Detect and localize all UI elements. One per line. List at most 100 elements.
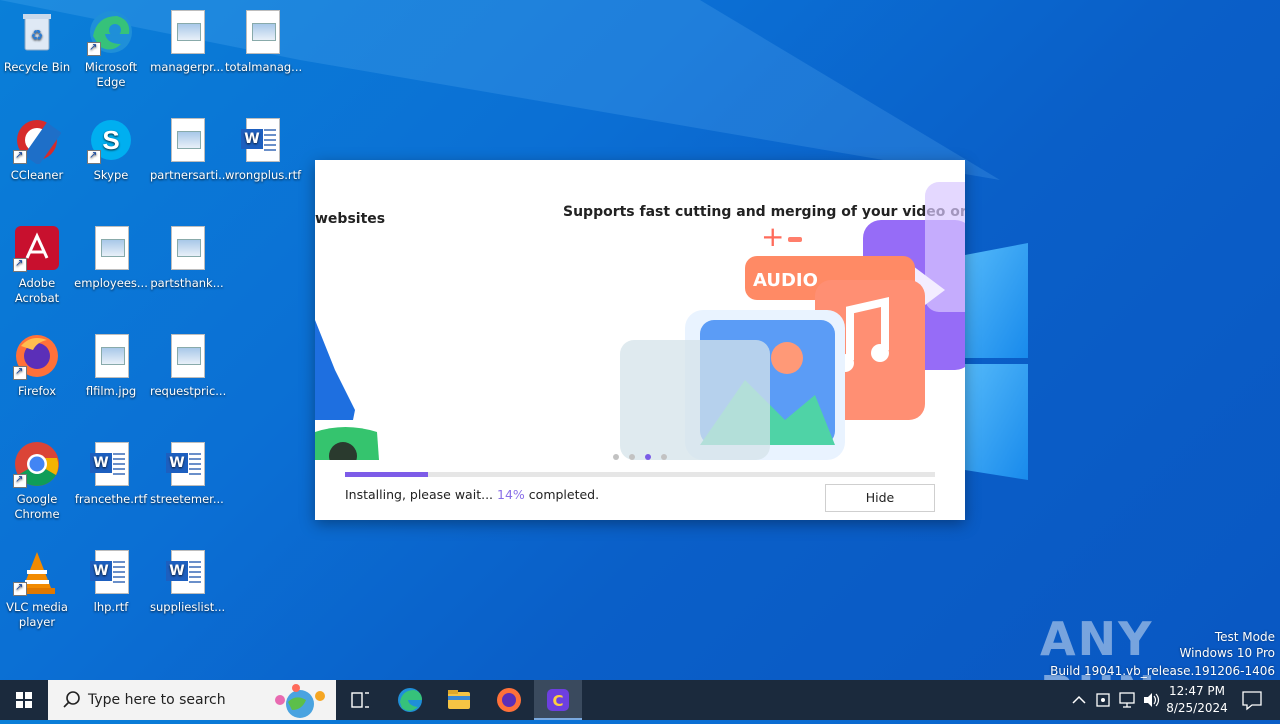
- desktop-icon-requestpric[interactable]: requestpric...: [150, 332, 227, 399]
- vlc-icon: [13, 548, 61, 596]
- svg-text:+: +: [761, 220, 784, 253]
- desktop-icon-streetemer[interactable]: W streetemer...: [150, 440, 224, 507]
- image-file-icon: [87, 224, 135, 272]
- status-suffix: completed.: [528, 487, 600, 502]
- recycle-bin-icon: ♻: [13, 8, 61, 56]
- search-highlight-icon: [275, 684, 325, 718]
- slide-dot[interactable]: [613, 454, 619, 460]
- desktop-icon-label: supplieslist...: [150, 600, 226, 614]
- install-progress-bar: [345, 472, 935, 477]
- desktop-icon-label: CCleaner: [10, 168, 64, 182]
- desktop-icon-wrongplus[interactable]: W wrongplus.rtf: [225, 116, 301, 183]
- slide-dot-active[interactable]: [645, 454, 651, 460]
- desktop-icon-partsthank[interactable]: partsthank...: [150, 224, 224, 291]
- audio-badge-text: AUDIO: [753, 270, 818, 291]
- status-percent: 14%: [497, 487, 525, 502]
- install-progress-fill: [345, 472, 428, 477]
- acrobat-icon: [13, 224, 61, 272]
- desktop-icon-label: Recycle Bin: [3, 60, 71, 74]
- desktop-icon-flfilm[interactable]: flfilm.jpg: [74, 332, 148, 399]
- slide-dot[interactable]: [629, 454, 635, 460]
- image-file-icon: [163, 116, 211, 164]
- tray-device-button[interactable]: [1092, 680, 1114, 720]
- action-center-button[interactable]: [1232, 680, 1272, 720]
- desktop-icon-lhp[interactable]: W lhp.rtf: [74, 548, 148, 615]
- chevron-up-icon: [1072, 695, 1086, 704]
- image-file-icon: [163, 224, 211, 272]
- search-placeholder: Type here to search: [88, 692, 226, 708]
- desktop-icon-label: Microsoft Edge: [84, 60, 138, 89]
- desktop-icon-managerpr[interactable]: managerpr...: [150, 8, 224, 75]
- windows-edition-text: Windows 10 Pro: [1179, 646, 1275, 660]
- taskbar-installer-app[interactable]: C: [534, 680, 582, 720]
- taskbar-clock[interactable]: 12:47 PM 8/25/2024: [1164, 680, 1230, 720]
- svg-text:♻: ♻: [31, 28, 44, 44]
- svg-text:C: C: [552, 692, 563, 710]
- desktop-icon-supplieslist[interactable]: W supplieslist...: [150, 548, 226, 615]
- task-view-button[interactable]: [336, 680, 384, 720]
- tray-network-button[interactable]: [1116, 680, 1138, 720]
- desktop-icon-label: partnersarti...: [150, 168, 230, 182]
- image-file-icon: [238, 8, 286, 56]
- network-icon: [1119, 692, 1135, 708]
- installer-window: websites Supports fast cutting and mergi…: [315, 160, 965, 520]
- slide-illustration: + AUDIO: [315, 182, 965, 460]
- desktop-icon-skype[interactable]: S Skype: [74, 116, 148, 183]
- desktop-icon-francethe[interactable]: W francethe.rtf: [74, 440, 148, 507]
- notification-icon: [1242, 691, 1262, 711]
- taskbar-edge[interactable]: [386, 680, 434, 720]
- slide-dot[interactable]: [661, 454, 667, 460]
- edge-icon: [398, 688, 422, 712]
- clock-date: 8/25/2024: [1166, 701, 1228, 715]
- show-hidden-icons-button[interactable]: [1068, 680, 1090, 720]
- desktop-icon-totalmanag[interactable]: totalmanag...: [225, 8, 303, 75]
- firefox-icon: [13, 332, 61, 380]
- folder-icon: [448, 690, 470, 709]
- build-text: Build 19041.vb_release.191206-1406: [1050, 664, 1275, 678]
- desktop-icon-label: managerpr...: [150, 60, 224, 74]
- start-button[interactable]: [0, 680, 48, 720]
- desktop-icon-google-chrome[interactable]: Google Chrome: [0, 440, 74, 522]
- word-doc-icon: W: [87, 548, 135, 596]
- tray-volume-button[interactable]: [1140, 680, 1162, 720]
- desktop-icon-label: Google Chrome: [14, 492, 60, 521]
- desktop-icon-vlc[interactable]: VLC media player: [0, 548, 74, 630]
- installer-app-icon: C: [547, 689, 569, 711]
- desktop-icon-label: Firefox: [17, 384, 57, 398]
- status-prefix: Installing, please wait...: [345, 487, 494, 502]
- skype-icon: S: [87, 116, 135, 164]
- word-doc-icon: W: [163, 548, 211, 596]
- taskbar: Type here to search C 12:47 PM 8/25/2024: [0, 680, 1280, 720]
- clock-time: 12:47 PM: [1169, 684, 1225, 698]
- task-view-icon: [351, 692, 369, 708]
- desktop-icon-adobe-acrobat[interactable]: Adobe Acrobat: [0, 224, 74, 306]
- edge-icon: [87, 8, 135, 56]
- word-doc-icon: W: [87, 440, 135, 488]
- desktop-icon-ccleaner[interactable]: CCleaner: [0, 116, 74, 183]
- word-doc-icon: W: [238, 116, 286, 164]
- windows-start-icon: [16, 692, 32, 708]
- desktop-icon-firefox[interactable]: Firefox: [0, 332, 74, 399]
- svg-text:S: S: [102, 125, 119, 155]
- desktop-icon-label: totalmanag...: [225, 60, 303, 74]
- desktop-icon-label: requestpric...: [150, 384, 227, 398]
- desktop-icon-label: VLC media player: [6, 600, 68, 629]
- taskbar-file-explorer[interactable]: [435, 680, 483, 720]
- desktop-icon-recycle-bin[interactable]: ♻ Recycle Bin: [0, 8, 74, 75]
- word-doc-icon: W: [163, 440, 211, 488]
- ccleaner-icon: [13, 116, 62, 166]
- desktop-icon-label: Adobe Acrobat: [14, 276, 60, 305]
- desktop-icon-label: lhp.rtf: [93, 600, 129, 614]
- taskbar-firefox[interactable]: [485, 680, 533, 720]
- desktop-icon-employees[interactable]: employees...: [74, 224, 148, 291]
- image-file-icon: [163, 332, 211, 380]
- desktop-icon-label: Skype: [93, 168, 129, 182]
- taskbar-search-box[interactable]: Type here to search: [48, 680, 336, 720]
- volume-icon: [1144, 693, 1160, 707]
- desktop-icon-label: partsthank...: [150, 276, 224, 290]
- desktop-icon-microsoft-edge[interactable]: Microsoft Edge: [74, 8, 148, 90]
- chrome-icon: [13, 440, 61, 488]
- hide-button[interactable]: Hide: [825, 484, 935, 512]
- desktop-icon-partnersarti[interactable]: partnersarti...: [150, 116, 230, 183]
- device-icon: [1096, 693, 1110, 707]
